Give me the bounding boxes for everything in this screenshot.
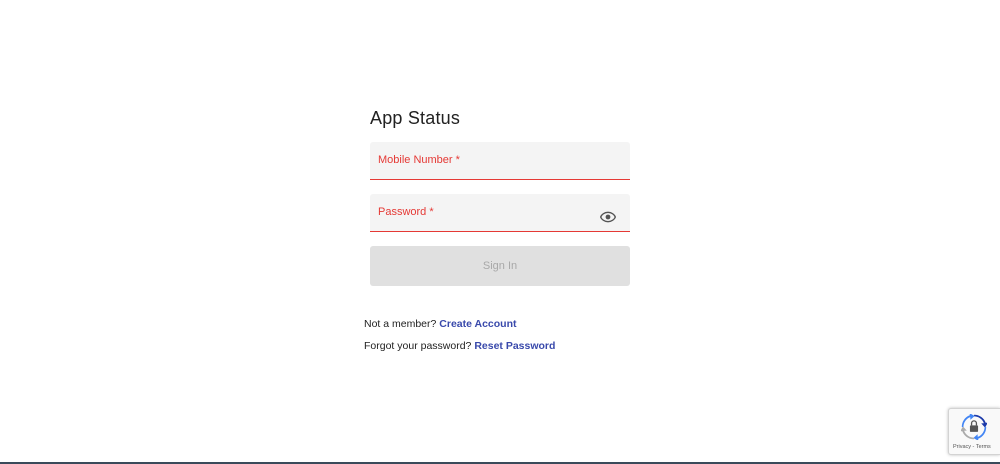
reset-password-row: Forgot your password? Reset Password: [364, 339, 555, 361]
login-form: App Status Mobile Number * Password * Si…: [370, 108, 630, 286]
mobile-number-input[interactable]: [378, 157, 596, 175]
page-title: App Status: [370, 108, 461, 128]
password-field[interactable]: Password *: [370, 194, 630, 232]
password-input[interactable]: [378, 209, 596, 227]
recaptcha-logo-icon: [961, 414, 987, 440]
login-page: App Status Mobile Number * Password * Si…: [0, 0, 1000, 464]
sign-in-button[interactable]: Sign In: [370, 246, 630, 286]
create-account-link[interactable]: Create Account: [439, 318, 516, 330]
recaptcha-terms[interactable]: Privacy - Terms: [953, 444, 991, 450]
mobile-number-field[interactable]: Mobile Number *: [370, 142, 630, 180]
eye-icon[interactable]: [600, 211, 616, 223]
reset-password-link[interactable]: Reset Password: [474, 340, 555, 352]
recaptcha-badge[interactable]: Privacy - Terms: [948, 408, 1000, 455]
create-account-row: Not a member? Create Account: [364, 317, 555, 339]
forgot-prompt: Forgot your password?: [364, 340, 472, 352]
member-prompt: Not a member?: [364, 318, 437, 330]
account-links: Not a member? Create Account Forgot your…: [364, 317, 555, 361]
